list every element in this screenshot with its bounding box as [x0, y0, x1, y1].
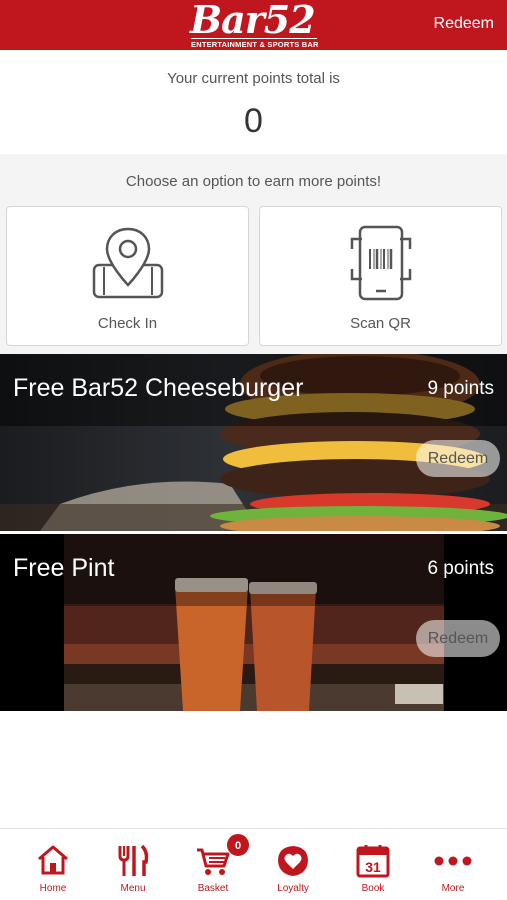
nav-label-basket: Basket	[197, 883, 229, 894]
nav-label-menu: Menu	[120, 883, 146, 894]
bottom-navigation: Home Menu Basket Loyalty 31 Book More	[0, 828, 507, 900]
points-label: Your current points total is	[167, 70, 340, 87]
nav-label-book: Book	[361, 883, 385, 894]
home-icon	[38, 845, 68, 875]
app-header: Bar52 ENTERTAINMENT & SPORTS BAR Redeem	[0, 0, 507, 50]
bar52-logo: Bar52 ENTERTAINMENT & SPORTS BAR	[190, 0, 320, 50]
check-in-label: Check In	[97, 315, 158, 332]
earn-points-label: Choose an option to earn more points!	[125, 173, 382, 190]
reward-points: 6 points	[427, 558, 494, 579]
logo-text: Bar52	[190, 0, 316, 42]
reward-title: Free Pint	[13, 554, 115, 582]
header-redeem-button[interactable]: Redeem	[434, 15, 494, 33]
nav-label-loyalty: Loyalty	[277, 883, 309, 894]
svg-text:31: 31	[365, 859, 381, 875]
redeem-button[interactable]: Redeem	[416, 620, 500, 657]
calendar-icon: 31	[356, 845, 390, 878]
location-phone-icon	[92, 227, 163, 299]
logo-tagline: ENTERTAINMENT & SPORTS BAR	[191, 38, 319, 49]
nav-book[interactable]: 31 Book	[338, 829, 408, 900]
more-dots-icon	[434, 856, 472, 866]
nav-more[interactable]: More	[418, 829, 488, 900]
cart-icon	[197, 848, 230, 875]
cutlery-icon	[118, 844, 149, 876]
nav-loyalty[interactable]: Loyalty	[258, 829, 328, 900]
nav-menu[interactable]: Menu	[98, 829, 168, 900]
points-value: 0	[244, 102, 263, 140]
scan-qr-label: Scan QR	[350, 315, 411, 332]
redeem-button[interactable]: Redeem	[416, 440, 500, 477]
reward-card-cheeseburger[interactable]: Free Bar52 Cheeseburger 9 points Redeem	[0, 354, 507, 531]
qr-scan-phone-icon	[350, 225, 411, 301]
nav-label-home: Home	[39, 883, 67, 894]
scan-qr-button[interactable]: Scan QR	[259, 206, 502, 346]
basket-count-badge: 0	[226, 833, 250, 857]
reward-points: 9 points	[427, 378, 494, 399]
points-panel: Your current points total is 0	[0, 50, 507, 154]
earn-points-section: Choose an option to earn more points! Ch…	[0, 154, 507, 354]
reward-card-free-pint[interactable]: Free Pint 6 points Redeem	[0, 534, 507, 711]
check-in-button[interactable]: Check In	[6, 206, 249, 346]
reward-title: Free Bar52 Cheeseburger	[13, 374, 304, 402]
nav-label-more: More	[441, 883, 465, 894]
nav-home[interactable]: Home	[18, 829, 88, 900]
heart-icon	[278, 846, 308, 876]
